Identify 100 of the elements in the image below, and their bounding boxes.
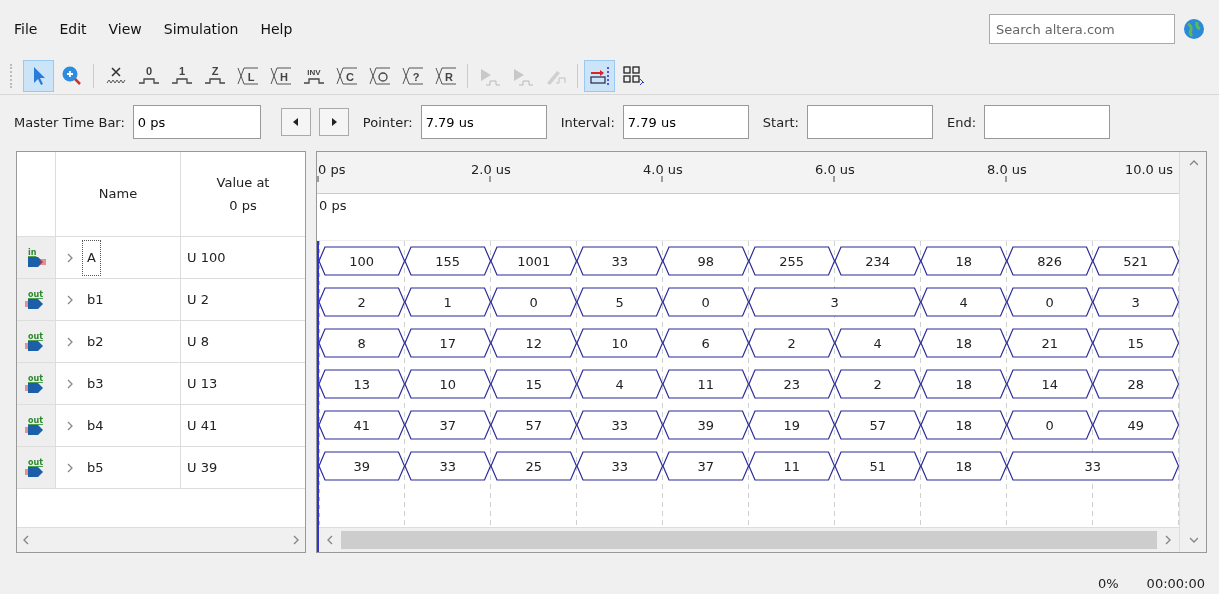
bus-segment: 33 (576, 246, 664, 276)
signal-name[interactable]: b1 (82, 281, 109, 318)
time-tick: 10.0 us (1124, 162, 1173, 177)
bus-segment: 18 (920, 246, 1008, 276)
time-field[interactable]: 7.79 us (622, 105, 749, 139)
expand-icon[interactable] (66, 335, 74, 348)
bus-segment: 18 (920, 328, 1008, 358)
signal-name[interactable]: b2 (82, 323, 109, 360)
bus-segment: 14 (1006, 369, 1094, 399)
signal-value: U 8 (186, 333, 210, 351)
scroll-thumb[interactable] (341, 531, 1157, 549)
scroll-right-icon[interactable] (1163, 534, 1173, 546)
bus-segment: 13 (319, 369, 406, 399)
bus-clock-icon (367, 65, 392, 87)
bus-segment: 6 (662, 328, 750, 358)
bus-segment: 15 (1092, 328, 1179, 358)
bus-segment: 3 (1092, 287, 1179, 317)
expand-icon[interactable] (66, 293, 74, 306)
previous-button[interactable] (280, 108, 311, 136)
bus-segment: 0 (1006, 410, 1094, 440)
menu-item[interactable]: View (108, 21, 142, 37)
bus-segment: 4 (920, 287, 1008, 317)
expand-icon[interactable] (66, 419, 74, 432)
bus-segment: 5 (576, 287, 664, 317)
pointer-tool-button[interactable] (23, 60, 54, 92)
bus-segment: 19 (748, 410, 836, 440)
bus-segment: 15 (490, 369, 578, 399)
signal-value: U 41 (186, 417, 219, 435)
bus-segment: 18 (920, 410, 1008, 440)
marker-label: 0 ps (319, 198, 347, 213)
field-label: Master Time Bar: (14, 114, 125, 130)
menu-item[interactable]: File (14, 21, 38, 37)
field-label: Start: (762, 114, 799, 130)
bus-segment: 49 (1092, 410, 1179, 440)
menu-item[interactable]: Simulation (163, 21, 239, 37)
signal-name[interactable]: b4 (82, 407, 109, 444)
scroll-left-icon[interactable] (21, 534, 31, 546)
time-tick: 4.0 us (643, 162, 683, 183)
column-header: Value at 0 ps (216, 173, 270, 215)
scroll-left-icon[interactable] (325, 534, 335, 546)
time-tick: 0 ps (317, 162, 346, 183)
bus-segment: 57 (490, 410, 578, 440)
bus-segment: 2 (319, 287, 406, 317)
bus-segment: 255 (748, 246, 836, 276)
elapsed-time: 00:00:00 (1146, 576, 1205, 591)
next-button[interactable] (318, 108, 349, 136)
scroll-right-icon[interactable] (291, 534, 301, 546)
bus-segment: 0 (1006, 287, 1094, 317)
time-field[interactable] (984, 105, 1111, 139)
time-tick: 8.0 us (987, 162, 1027, 183)
bus-segment: 234 (834, 246, 922, 276)
expand-icon[interactable] (66, 251, 74, 264)
bus-segment: 33 (404, 451, 492, 481)
squares-icon (620, 65, 645, 87)
right-triangle-icon (329, 117, 338, 127)
bus-segment: 17 (404, 328, 492, 358)
time-field[interactable] (806, 105, 933, 139)
globe-icon[interactable] (1183, 18, 1205, 40)
menu-item[interactable]: Edit (59, 21, 87, 37)
bus-segment: 4 (576, 369, 664, 399)
bus-segment: 51 (834, 451, 922, 481)
bus-segment: 8 (319, 328, 406, 358)
signal-value: U 2 (186, 291, 210, 309)
bus-segment: 33 (576, 451, 664, 481)
bus-segment: 28 (1092, 369, 1179, 399)
bus-segment: 18 (920, 369, 1008, 399)
signal-value: U 39 (186, 459, 219, 477)
signal-name[interactable]: b5 (82, 449, 109, 486)
bus-segment: 1001 (490, 246, 578, 276)
signal-name[interactable]: b3 (82, 365, 109, 402)
field-label: Interval: (560, 114, 615, 130)
bus-segment: 98 (662, 246, 750, 276)
bus-segment: 39 (662, 410, 750, 440)
master-time-field[interactable]: 0 ps (132, 105, 261, 139)
time-field[interactable]: 7.79 us (420, 105, 547, 139)
expand-icon[interactable] (66, 461, 74, 474)
signal-value: U 100 (186, 249, 227, 267)
field-label: End: (946, 114, 977, 130)
bus-segment: 10 (576, 328, 664, 358)
expand-icon[interactable] (66, 377, 74, 390)
bus-segment: 18 (920, 451, 1008, 481)
bus-segment: 0 (662, 287, 750, 317)
signal-name[interactable]: A (82, 239, 101, 276)
bus-segment: 2 (834, 369, 922, 399)
menu-item[interactable]: Help (260, 21, 293, 37)
bus-segment: 37 (662, 451, 750, 481)
bus-segment: 3 (748, 287, 922, 317)
bus-segment: 0 (490, 287, 578, 317)
bus-segment: 33 (1006, 451, 1179, 481)
bus-segment: 2 (748, 328, 836, 358)
column-header: Name (98, 185, 138, 204)
bus-segment: 100 (319, 246, 406, 276)
search-field[interactable]: Search altera.com (989, 14, 1175, 44)
snap-to-grid-button[interactable] (584, 60, 615, 92)
bus-segment: 25 (490, 451, 578, 481)
bus-segment: 521 (1092, 246, 1179, 276)
arrow-grid-icon (587, 65, 612, 87)
bus-segment: 21 (1006, 328, 1094, 358)
field-label: Pointer: (362, 114, 413, 130)
bus-segment: 57 (834, 410, 922, 440)
